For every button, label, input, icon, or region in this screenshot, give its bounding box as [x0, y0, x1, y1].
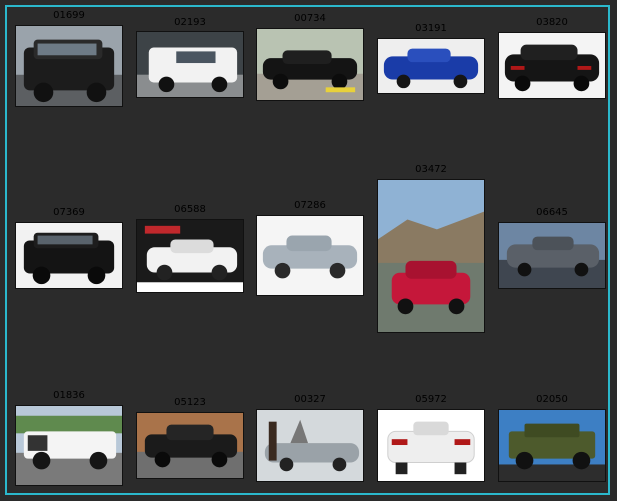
image-caption: 06588: [174, 204, 206, 215]
car-thumbnail[interactable]: [136, 219, 244, 293]
image-caption: 00734: [294, 13, 326, 24]
gallery-item[interactable]: 01836: [15, 391, 123, 487]
gallery-item[interactable]: 05972: [377, 395, 485, 483]
car-thumbnail[interactable]: [256, 409, 364, 482]
car-thumbnail[interactable]: [377, 409, 485, 482]
gallery-item[interactable]: 03820: [498, 18, 606, 100]
image-caption: 03472: [415, 164, 447, 175]
car-thumbnail[interactable]: [256, 215, 364, 296]
gallery-item[interactable]: 03191: [377, 24, 485, 94]
car-thumbnail[interactable]: [256, 28, 364, 101]
gallery-item[interactable]: 06588: [136, 205, 244, 293]
car-thumbnail[interactable]: [136, 31, 244, 98]
car-thumbnail[interactable]: [377, 179, 485, 333]
gallery-item[interactable]: 07369: [15, 208, 123, 290]
image-caption: 01836: [53, 390, 85, 401]
image-caption: 03820: [536, 17, 568, 28]
gallery-item[interactable]: 06645: [498, 208, 606, 290]
image-caption: 00327: [294, 394, 326, 405]
image-caption: 07286: [294, 200, 326, 211]
car-thumbnail[interactable]: [136, 412, 244, 479]
image-caption: 06645: [536, 207, 568, 218]
gallery-item[interactable]: 00327: [256, 395, 364, 483]
car-thumbnail[interactable]: [15, 222, 123, 289]
image-caption: 02193: [174, 17, 206, 28]
image-caption: 05123: [174, 397, 206, 408]
gallery-item[interactable]: 02050: [498, 395, 606, 483]
gallery-item[interactable]: 07286: [256, 201, 364, 297]
gallery-item[interactable]: 02193: [136, 18, 244, 100]
image-caption: 03191: [415, 23, 447, 34]
car-thumbnail[interactable]: [498, 32, 606, 99]
car-thumbnail[interactable]: [498, 409, 606, 482]
car-thumbnail[interactable]: [498, 222, 606, 289]
gallery-item[interactable]: 01699: [15, 11, 123, 107]
image-caption: 07369: [53, 207, 85, 218]
gallery-item[interactable]: 03472: [377, 165, 485, 333]
image-caption: 05972: [415, 394, 447, 405]
car-thumbnail[interactable]: [377, 38, 485, 94]
car-thumbnail[interactable]: [15, 25, 123, 107]
gallery-item[interactable]: 05123: [136, 398, 244, 480]
gallery-item[interactable]: 00734: [256, 14, 364, 102]
image-caption: 02050: [536, 394, 568, 405]
car-thumbnail[interactable]: [15, 405, 123, 486]
image-caption: 01699: [53, 10, 85, 21]
